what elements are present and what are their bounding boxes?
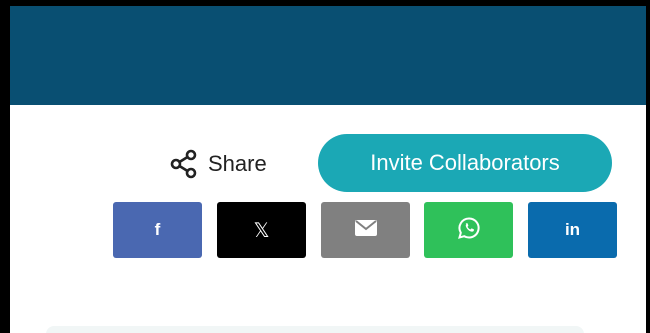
whatsapp-share-button[interactable] bbox=[424, 202, 513, 258]
linkedin-share-button[interactable]: in bbox=[528, 202, 617, 258]
share-label: Share bbox=[208, 151, 267, 176]
page-frame: Share Invite Collaborators f 𝕏 in bbox=[10, 6, 646, 333]
content-panel bbox=[46, 326, 584, 333]
invite-collaborators-button[interactable]: Invite Collaborators bbox=[318, 134, 612, 192]
email-icon bbox=[354, 219, 377, 241]
x-share-button[interactable]: 𝕏 bbox=[217, 202, 306, 258]
x-icon: 𝕏 bbox=[253, 219, 270, 242]
email-share-button[interactable] bbox=[321, 202, 410, 258]
top-header-bar bbox=[10, 6, 646, 105]
facebook-share-button[interactable]: f bbox=[113, 202, 202, 258]
whatsapp-icon bbox=[457, 216, 481, 245]
linkedin-icon: in bbox=[564, 220, 581, 239]
share-link[interactable]: Share bbox=[170, 149, 267, 179]
facebook-icon: f bbox=[154, 220, 161, 239]
share-icon bbox=[170, 149, 198, 179]
